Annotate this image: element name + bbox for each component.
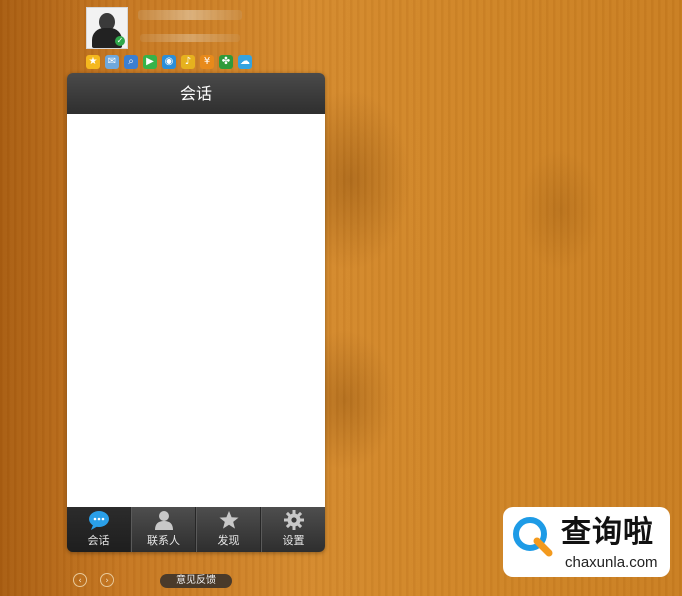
browser-icon[interactable]: ◉ [162, 55, 176, 69]
tab-label: 联系人 [147, 534, 180, 547]
feedback-button[interactable]: 意见反馈 [160, 574, 232, 588]
tab-label: 会话 [87, 534, 110, 547]
tab-contacts[interactable]: 联系人 [131, 507, 196, 552]
tab-label: 设置 [282, 534, 305, 547]
clover-icon[interactable]: ✤ [219, 55, 233, 69]
watermark-logo: 查询啦 chaxunla.com [503, 507, 670, 577]
chat-bubble-icon [88, 511, 109, 530]
user-nickname-blurred[interactable] [138, 10, 242, 20]
mail-icon[interactable]: ✉ [105, 55, 119, 69]
chevron-left-icon[interactable]: ‹ [73, 573, 87, 587]
cloud-icon[interactable]: ☁ [238, 55, 252, 69]
magnifier-logo-icon [513, 517, 553, 557]
online-status-icon: ✓ [115, 36, 125, 46]
search-icon[interactable]: ⌕ [124, 55, 138, 69]
bottom-tab-bar: 会话 联系人 发现 设置 [67, 507, 325, 552]
game-icon[interactable]: ▶ [143, 55, 157, 69]
person-icon [154, 511, 173, 530]
star-icon [219, 511, 238, 529]
panel-title: 会话 [67, 73, 325, 114]
user-avatar[interactable]: ✓ [86, 7, 128, 49]
conversation-list[interactable] [67, 114, 325, 507]
chevron-right-icon[interactable]: › [100, 573, 114, 587]
tab-conversations[interactable]: 会话 [67, 507, 131, 552]
watermark-url: chaxunla.com [565, 554, 658, 571]
tab-settings[interactable]: 设置 [261, 507, 325, 552]
music-icon[interactable]: ♪ [181, 55, 195, 69]
wallet-icon[interactable]: ¥ [200, 55, 214, 69]
app-icon-bar: ★ ✉ ⌕ ▶ ◉ ♪ ¥ ✤ ☁ [86, 55, 252, 69]
tab-discover[interactable]: 发现 [196, 507, 261, 552]
conversation-panel: 会话 会话 联系人 发现 设置 [67, 73, 325, 552]
tab-label: 发现 [217, 534, 240, 547]
favorite-star-icon[interactable]: ★ [86, 55, 100, 69]
watermark-title: 查询啦 [561, 515, 654, 550]
user-signature-blurred[interactable] [140, 34, 240, 42]
gear-icon [283, 510, 304, 530]
